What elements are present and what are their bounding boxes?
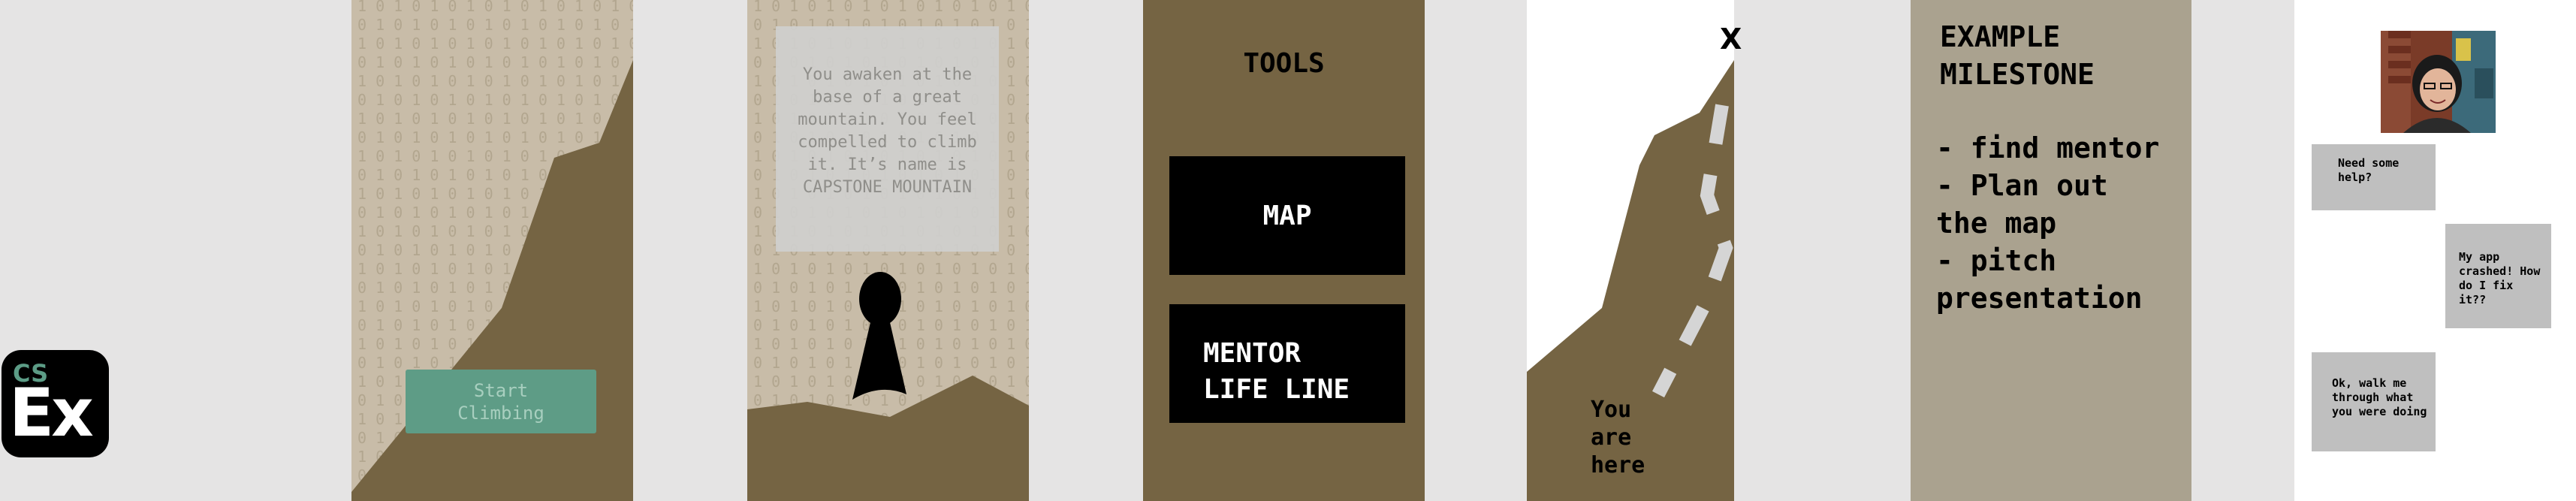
app-logo: CS Ex bbox=[2, 350, 109, 457]
tools-title: TOOLS bbox=[1243, 48, 1325, 79]
chat-bubble: My app crashed! How do I fix it?? bbox=[2445, 224, 2551, 328]
milestone-list: - find mentor - Plan out the map - pitch… bbox=[1936, 131, 2160, 315]
mentor-avatar bbox=[2381, 31, 2496, 133]
milestone-title: EXAMPLE MILESTONE bbox=[1940, 20, 2095, 91]
story-text: You awaken at the base of a great mounta… bbox=[776, 26, 999, 252]
logo-bottom-text: Ex bbox=[9, 374, 94, 451]
mentor-photo bbox=[2381, 31, 2496, 133]
mentor-lifeline-button[interactable]: MENTOR LIFE LINE bbox=[1169, 304, 1405, 423]
chat-bubble: Ok, walk me through what you were doing bbox=[2312, 352, 2436, 451]
start-climbing-button[interactable]: Start Climbing bbox=[406, 370, 596, 433]
you-are-here-label: You are here bbox=[1591, 397, 1645, 478]
close-icon[interactable]: X bbox=[1720, 23, 1742, 56]
map-button[interactable]: MAP bbox=[1169, 156, 1405, 275]
chat-bubble: Need some help? bbox=[2312, 144, 2436, 210]
